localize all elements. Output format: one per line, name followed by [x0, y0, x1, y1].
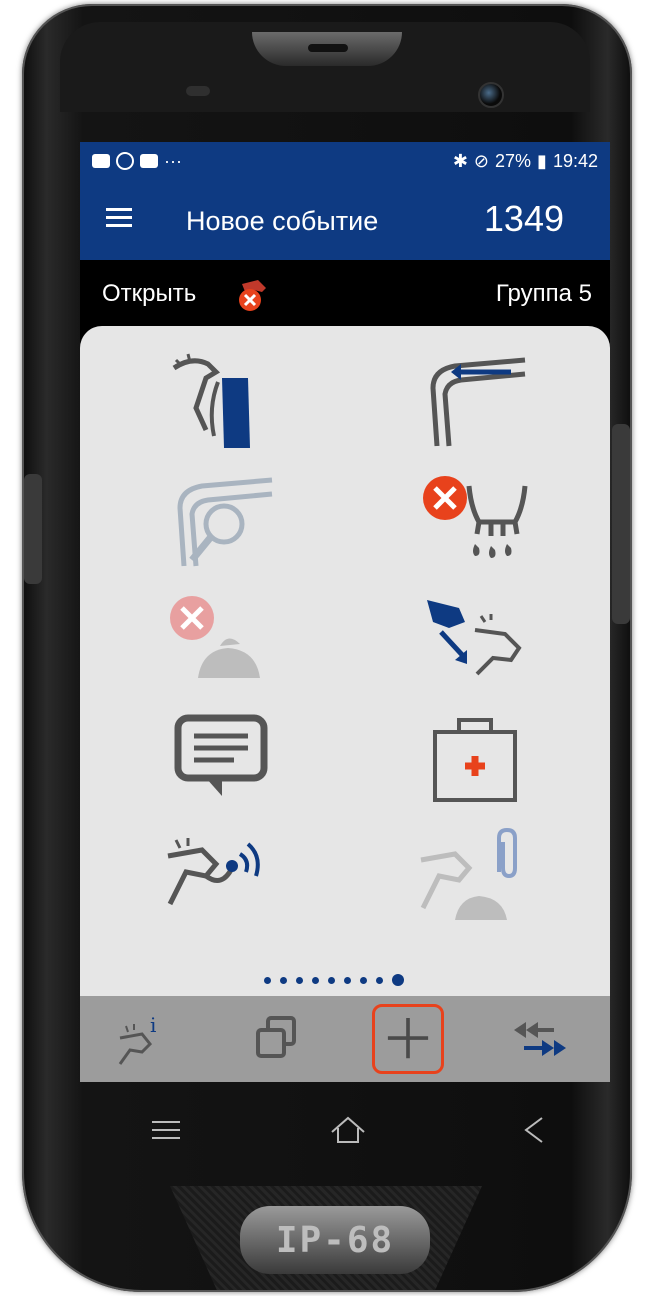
insemination-icon[interactable]	[162, 348, 282, 448]
open-status-icon[interactable]	[232, 274, 272, 314]
transfer-button[interactable]	[504, 1004, 576, 1074]
page-dot[interactable]	[296, 976, 303, 984]
page-dot[interactable]	[344, 976, 351, 984]
bottom-toolbar: i	[80, 996, 610, 1082]
animal-info-button[interactable]: i	[108, 1004, 180, 1074]
system-nav-bar	[80, 1090, 610, 1170]
app-bar: Новое событие 1349	[80, 180, 610, 260]
page-dot[interactable]	[264, 976, 271, 984]
status-right: ✱ ⊘ 27% ▮ 19:42	[453, 151, 598, 172]
pager-area	[80, 946, 610, 996]
menu-icon[interactable]	[146, 1110, 186, 1150]
animal-info-icon: i	[118, 1013, 156, 1065]
dry-off-icon[interactable]	[415, 468, 535, 568]
side-button-right	[612, 424, 630, 624]
page-indicator[interactable]	[264, 974, 404, 986]
copy-button[interactable]	[240, 1004, 312, 1074]
screen: ··· ✱ ⊘ 27% ▮ 19:42 Новое событие 1349 О…	[80, 142, 610, 1082]
page-dot-active[interactable]	[392, 974, 404, 986]
back-icon[interactable]	[514, 1110, 554, 1150]
page-dot[interactable]	[376, 976, 383, 984]
page-dot[interactable]	[328, 976, 335, 984]
status-left: ···	[92, 151, 182, 172]
front-camera-icon	[478, 82, 504, 108]
svg-text:i: i	[150, 1013, 156, 1037]
battery-icon: ▮	[537, 150, 547, 171]
earpiece-slot	[308, 44, 348, 52]
page-dot[interactable]	[360, 976, 367, 984]
ip-rating-badge: IP-68	[240, 1206, 430, 1274]
side-button-left	[24, 474, 42, 584]
home-icon[interactable]	[328, 1110, 368, 1150]
hamburger-menu-icon[interactable]	[106, 208, 132, 228]
bluetooth-icon: ✱	[452, 150, 468, 171]
move-animal-icon[interactable]	[415, 588, 535, 688]
sub-bar: Открыть Группа 5	[80, 260, 610, 326]
youtube-icon	[140, 154, 158, 168]
eh-icon	[116, 152, 134, 170]
transfer-icon	[514, 1022, 566, 1056]
health-treatment-icon[interactable]	[415, 708, 535, 808]
proximity-sensor	[186, 86, 210, 96]
event-grid	[80, 326, 610, 946]
status-bar: ··· ✱ ⊘ 27% ▮ 19:42	[80, 142, 610, 180]
examination-icon[interactable]	[162, 468, 282, 568]
dnd-icon: ⊘	[473, 150, 490, 171]
image-icon	[92, 154, 110, 168]
clock: 19:42	[552, 150, 598, 171]
pregnancy-check-icon[interactable]	[415, 348, 535, 448]
open-label: Открыть	[102, 280, 197, 307]
copy-icon	[256, 1016, 296, 1058]
battery-percent: 27%	[495, 150, 532, 171]
page-dot[interactable]	[312, 976, 319, 984]
page-title: Новое событие	[186, 206, 379, 236]
remove-calf-icon[interactable]	[162, 588, 282, 688]
note-icon[interactable]	[162, 708, 282, 808]
page-dot[interactable]	[280, 976, 287, 984]
attachment-icon[interactable]	[415, 827, 535, 928]
group-label: Группа 5	[495, 280, 592, 307]
add-icon	[387, 1017, 429, 1059]
rfid-tag-icon[interactable]	[162, 828, 282, 928]
more-dots-icon: ···	[164, 150, 182, 171]
animal-number: 1349	[483, 198, 564, 239]
add-button[interactable]	[372, 1004, 444, 1074]
